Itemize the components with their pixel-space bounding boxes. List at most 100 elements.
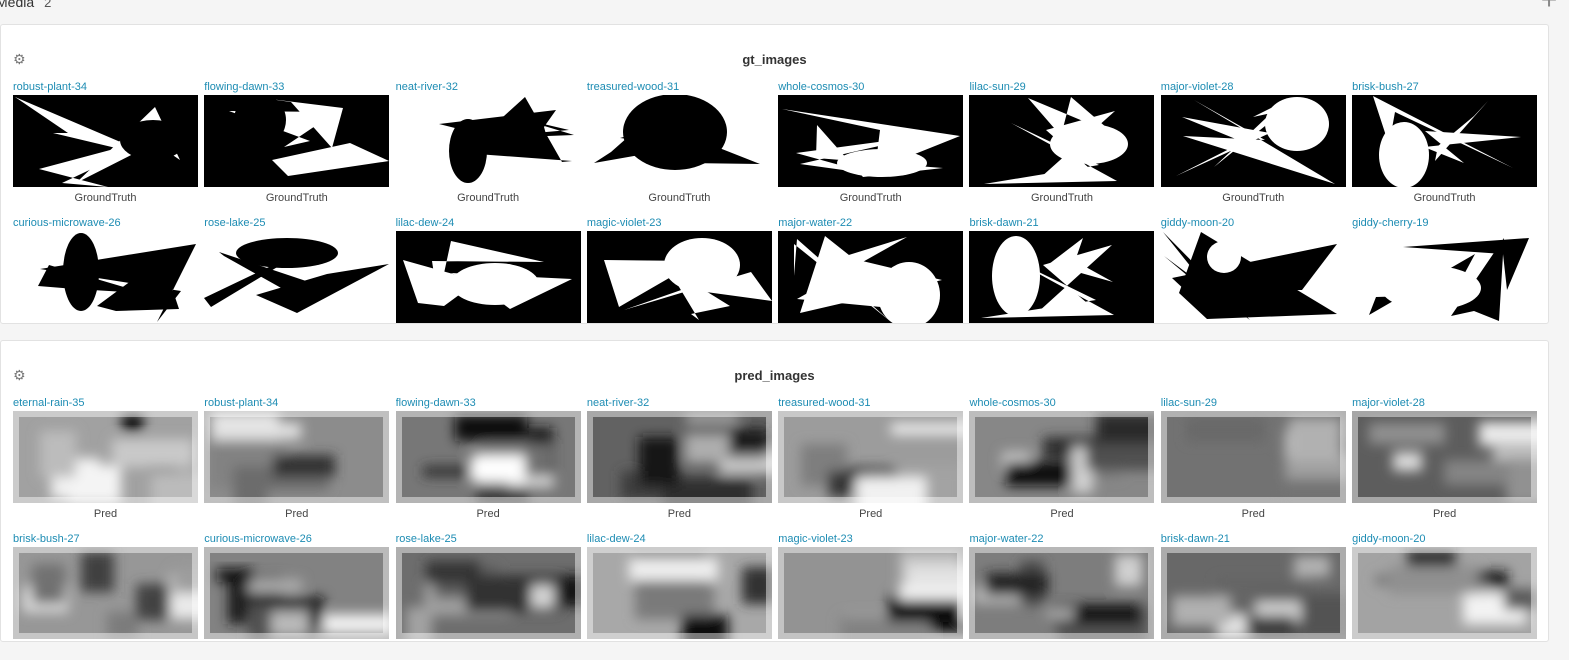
ground-truth-image[interactable] [778, 231, 964, 323]
section-title: Media [0, 0, 35, 10]
run-name-link[interactable]: lilac-sun-29 [969, 80, 1154, 94]
image-cell: major-water-22GroundTruth [778, 216, 964, 344]
run-name-link[interactable]: eternal-rain-35 [13, 396, 198, 410]
run-name-link[interactable]: brisk-dawn-21 [1161, 532, 1346, 546]
prediction-image[interactable] [204, 411, 390, 503]
image-caption: Pred [285, 508, 309, 520]
ground-truth-image[interactable] [13, 231, 198, 323]
image-cell: major-violet-28 GroundTruth [1160, 80, 1346, 208]
ground-truth-image[interactable] [778, 95, 964, 187]
image-cell: major-water-22Pred [969, 532, 1155, 660]
run-name-link[interactable]: whole-cosmos-30 [778, 80, 963, 94]
image-cell: brisk-bush-27Pred [13, 532, 198, 660]
image-cell: whole-cosmos-30 GroundTruth [778, 80, 964, 208]
prediction-image[interactable] [204, 547, 390, 639]
image-caption: GroundTruth [457, 192, 520, 204]
ground-truth-image[interactable] [969, 231, 1155, 323]
run-name-link[interactable]: curious-microwave-26 [204, 532, 389, 546]
image-cell: lilac-dew-24GroundTruth [395, 216, 581, 344]
image-caption: GroundTruth [265, 192, 328, 204]
image-caption: GroundTruth [1031, 192, 1093, 204]
run-name-link[interactable]: major-water-22 [778, 216, 963, 230]
run-name-link[interactable]: giddy-moon-20 [1161, 216, 1346, 230]
prediction-image[interactable] [586, 411, 772, 503]
run-name-link[interactable]: rose-lake-25 [396, 532, 581, 546]
panel-title: pred_images [734, 368, 815, 383]
ground-truth-image[interactable] [1352, 95, 1538, 187]
run-name-link[interactable]: robust-plant-34 [204, 396, 389, 410]
gt-image-grid: robust-plant-34 GroundTruth flowing-dawn-3… [13, 80, 1538, 344]
run-name-link[interactable]: brisk-dawn-21 [969, 216, 1154, 230]
run-name-link[interactable]: treasured-wood-31 [778, 396, 963, 410]
run-name-link[interactable]: brisk-bush-27 [13, 532, 198, 546]
ground-truth-image[interactable] [586, 95, 772, 187]
prediction-image[interactable] [778, 547, 964, 639]
image-cell: lilac-sun-29 GroundTruth [969, 80, 1155, 208]
image-caption: Pred [1050, 508, 1074, 520]
ground-truth-image[interactable] [1160, 95, 1346, 187]
image-cell: curious-microwave-26GroundTruth [13, 216, 198, 344]
run-name-link[interactable]: giddy-cherry-19 [1352, 216, 1537, 230]
image-caption: Pred [859, 508, 883, 520]
run-name-link[interactable]: robust-plant-34 [13, 80, 198, 94]
pred-images-panel: ⚙ pred_images eternal-rain-35 Pred robust-… [0, 340, 1549, 642]
ground-truth-image[interactable] [586, 231, 772, 323]
run-name-link[interactable]: treasured-wood-31 [587, 80, 772, 94]
prediction-image[interactable] [969, 547, 1155, 639]
ground-truth-image[interactable] [204, 231, 390, 323]
image-cell: treasured-wood-31 Pred [778, 396, 964, 524]
ground-truth-image[interactable] [1160, 231, 1346, 323]
media-section-header: Media 2 [0, 0, 51, 12]
image-cell: treasured-wood-31 GroundTruth [586, 80, 772, 208]
run-name-link[interactable]: major-violet-28 [1161, 80, 1346, 94]
image-cell: whole-cosmos-30 Pred [969, 396, 1155, 524]
prediction-image[interactable] [1352, 411, 1538, 503]
run-name-link[interactable]: magic-violet-23 [587, 216, 772, 230]
run-name-link[interactable]: brisk-bush-27 [1352, 80, 1537, 94]
run-name-link[interactable]: major-water-22 [969, 532, 1154, 546]
run-name-link[interactable]: flowing-dawn-33 [204, 80, 389, 94]
run-name-link[interactable]: lilac-dew-24 [396, 216, 581, 230]
image-caption: GroundTruth [74, 192, 137, 204]
prediction-image[interactable] [13, 547, 198, 639]
ground-truth-image[interactable] [395, 95, 581, 187]
run-name-link[interactable]: whole-cosmos-30 [969, 396, 1154, 410]
pred-image-grid: eternal-rain-35 Pred robust-plant-34 Pred fl… [13, 396, 1538, 660]
add-panel-button[interactable]: + [1537, 0, 1561, 14]
run-name-link[interactable]: curious-microwave-26 [13, 216, 198, 230]
ground-truth-image[interactable] [13, 95, 198, 187]
image-cell: rose-lake-25Pred [395, 532, 581, 660]
run-name-link[interactable]: neat-river-32 [396, 80, 581, 94]
run-name-link[interactable]: magic-violet-23 [778, 532, 963, 546]
prediction-image[interactable] [586, 547, 772, 639]
ground-truth-image[interactable] [969, 95, 1155, 187]
gt-images-panel: ⚙ gt_images robust-plant-34 GroundTruth fl… [0, 24, 1549, 324]
image-cell: major-violet-28 Pred [1352, 396, 1538, 524]
run-name-link[interactable]: lilac-dew-24 [587, 532, 772, 546]
run-name-link[interactable]: rose-lake-25 [204, 216, 389, 230]
image-cell: flowing-dawn-33 Pred [395, 396, 581, 524]
run-name-link[interactable]: flowing-dawn-33 [396, 396, 581, 410]
prediction-image[interactable] [1160, 411, 1346, 503]
prediction-image[interactable] [1352, 547, 1538, 639]
prediction-image[interactable] [1160, 547, 1346, 639]
ground-truth-image[interactable] [395, 231, 581, 323]
image-cell: robust-plant-34 Pred [204, 396, 390, 524]
run-name-link[interactable]: lilac-sun-29 [1161, 396, 1346, 410]
image-cell: brisk-dawn-21GroundTruth [969, 216, 1155, 344]
image-caption: Pred [93, 508, 118, 520]
prediction-image[interactable] [778, 411, 964, 503]
image-caption: GroundTruth [1413, 192, 1476, 204]
image-cell: lilac-dew-24Pred [586, 532, 772, 660]
image-cell: neat-river-32 GroundTruth [395, 80, 581, 208]
prediction-image[interactable] [13, 411, 198, 503]
prediction-image[interactable] [395, 411, 581, 503]
run-name-link[interactable]: neat-river-32 [587, 396, 772, 410]
run-name-link[interactable]: major-violet-28 [1352, 396, 1537, 410]
run-name-link[interactable]: giddy-moon-20 [1352, 532, 1537, 546]
prediction-image[interactable] [395, 547, 581, 639]
ground-truth-image[interactable] [1352, 231, 1538, 323]
image-cell: giddy-moon-20Pred [1352, 532, 1538, 660]
ground-truth-image[interactable] [204, 95, 390, 187]
prediction-image[interactable] [969, 411, 1155, 503]
